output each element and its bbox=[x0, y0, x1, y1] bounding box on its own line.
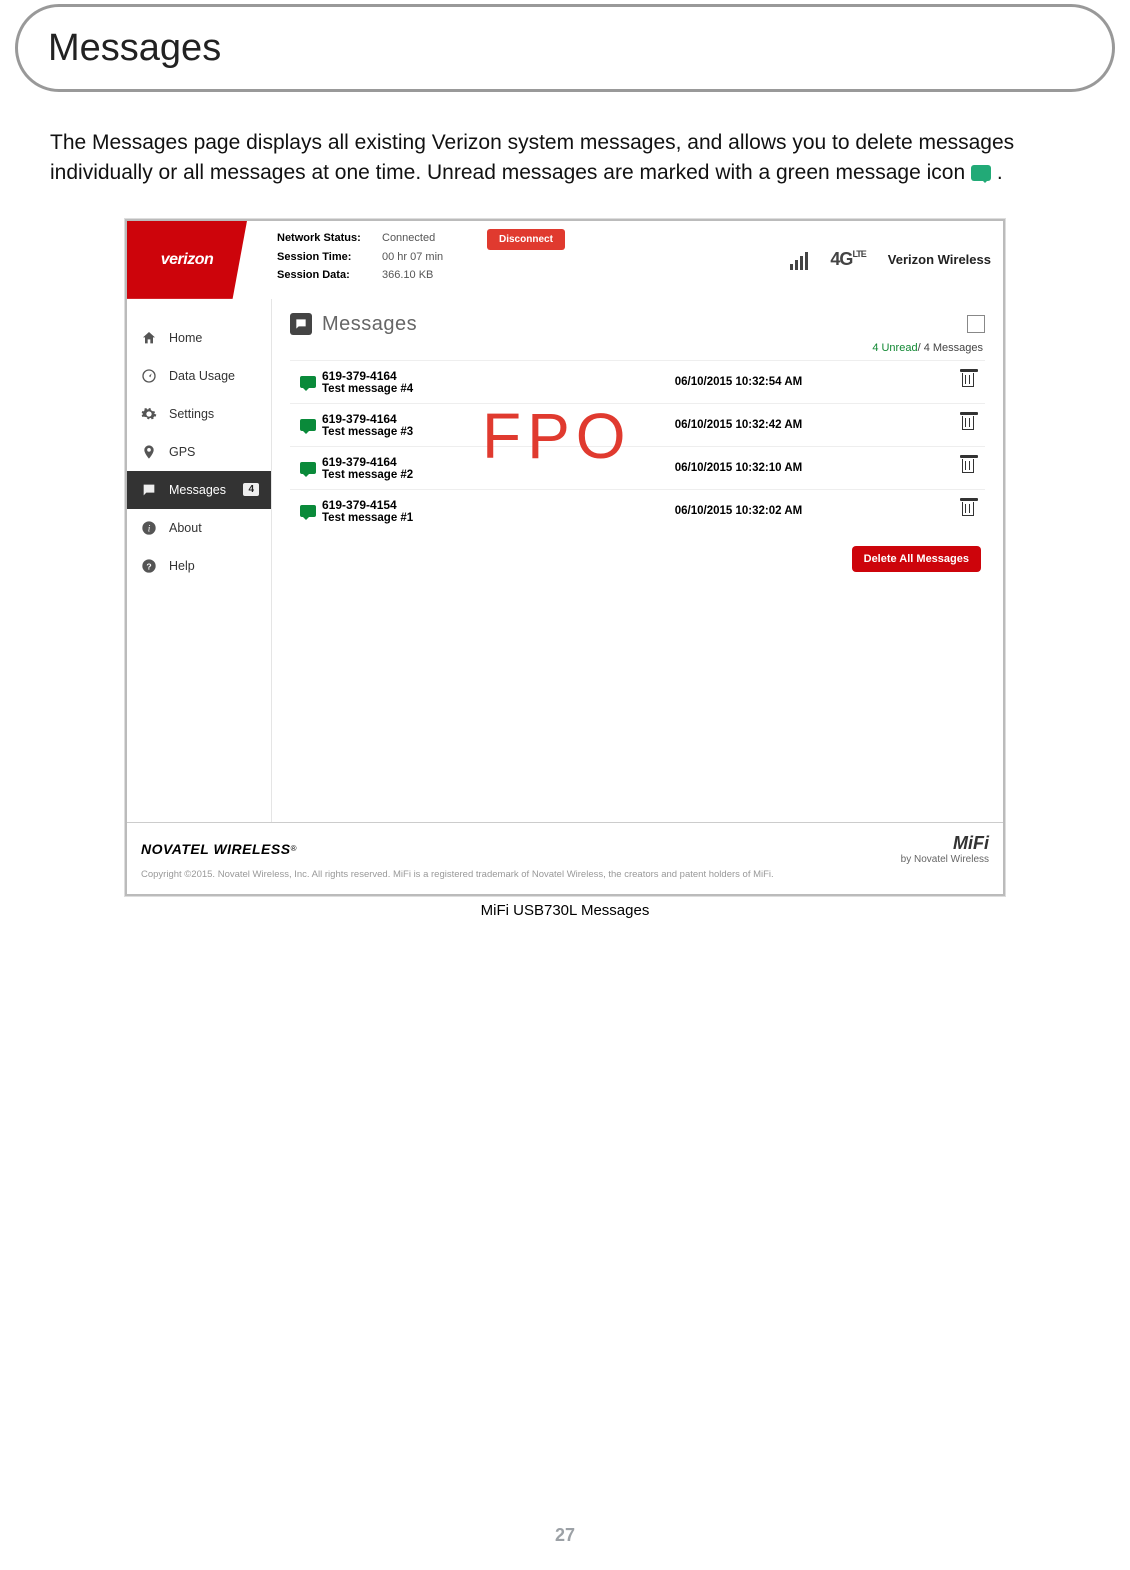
message-icon bbox=[971, 165, 991, 181]
delete-message-button[interactable] bbox=[955, 373, 981, 390]
message-subject: Test message #2 bbox=[322, 469, 522, 481]
message-row[interactable]: 619-379-4164 Test message #4 06/10/2015 … bbox=[290, 360, 985, 403]
page-title: Messages bbox=[48, 27, 221, 70]
message-date: 06/10/2015 10:32:42 AM bbox=[522, 419, 955, 431]
message-date: 06/10/2015 10:32:54 AM bbox=[522, 376, 955, 388]
gear-icon bbox=[139, 404, 159, 424]
sidebar-item-gps[interactable]: GPS bbox=[127, 433, 271, 471]
message-row[interactable]: 619-379-4154 Test message #1 06/10/2015 … bbox=[290, 489, 985, 532]
message-count: 4 Unread/ 4 Messages bbox=[290, 340, 985, 360]
sidebar-item-label: About bbox=[169, 521, 202, 535]
sidebar-item-messages[interactable]: Messages 4 bbox=[127, 471, 271, 509]
info-icon: i bbox=[139, 518, 159, 538]
page-number: 27 bbox=[0, 1525, 1130, 1546]
unread-message-icon bbox=[294, 505, 322, 517]
sidebar-badge: 4 bbox=[243, 483, 259, 496]
footer-copyright: Copyright ©2015. Novatel Wireless, Inc. … bbox=[141, 869, 989, 880]
lte-icon: 4GLTE bbox=[830, 249, 865, 270]
message-sender: 619-379-4154 bbox=[322, 498, 522, 512]
unread-message-icon bbox=[294, 462, 322, 474]
svg-text:?: ? bbox=[146, 561, 151, 571]
delete-message-button[interactable] bbox=[955, 459, 981, 476]
message-subject: Test message #4 bbox=[322, 383, 522, 395]
session-time-value: 00 hr 07 min bbox=[382, 248, 443, 267]
intro-text-b: . bbox=[997, 161, 1003, 184]
help-icon: ? bbox=[139, 556, 159, 576]
message-date: 06/10/2015 10:32:10 AM bbox=[522, 462, 955, 474]
message-date: 06/10/2015 10:32:02 AM bbox=[522, 505, 955, 517]
trash-icon bbox=[962, 416, 974, 430]
gauge-icon bbox=[139, 366, 159, 386]
panel-title: Messages bbox=[322, 313, 417, 336]
screenshot: verizon Network Status: Connected Sessio… bbox=[125, 219, 1005, 896]
trash-icon bbox=[962, 502, 974, 516]
trash-icon bbox=[962, 459, 974, 473]
svg-text:i: i bbox=[148, 524, 151, 534]
network-status-value: Connected bbox=[382, 229, 435, 248]
mifi-tagline: by Novatel Wireless bbox=[901, 854, 989, 865]
unread-count: 4 Unread bbox=[872, 342, 917, 354]
message-sender: 619-379-4164 bbox=[322, 412, 522, 426]
signal-icon bbox=[790, 250, 808, 270]
pin-icon bbox=[139, 442, 159, 462]
sidebar-item-about[interactable]: i About bbox=[127, 509, 271, 547]
session-data-label: Session Data: bbox=[277, 266, 372, 285]
network-status-label: Network Status: bbox=[277, 229, 372, 248]
message-sender: 619-379-4164 bbox=[322, 369, 522, 383]
home-icon bbox=[139, 328, 159, 348]
app-footer: NOVATEL WIRELESS ® MiFi by Novatel Wirel… bbox=[127, 822, 1003, 894]
app-header: verizon Network Status: Connected Sessio… bbox=[127, 221, 1003, 299]
delete-message-button[interactable] bbox=[955, 502, 981, 519]
unread-message-icon bbox=[294, 376, 322, 388]
messages-panel-icon bbox=[290, 313, 312, 335]
status-block: Network Status: Connected Session Time: … bbox=[247, 221, 487, 299]
sidebar-item-label: Messages bbox=[169, 483, 226, 497]
unread-message-icon bbox=[294, 419, 322, 431]
sidebar-item-home[interactable]: Home bbox=[127, 319, 271, 357]
delete-all-button[interactable]: Delete All Messages bbox=[852, 546, 981, 572]
message-row[interactable]: 619-379-4164 Test message #2 06/10/2015 … bbox=[290, 446, 985, 489]
intro-paragraph: The Messages page displays all existing … bbox=[50, 128, 1080, 189]
verizon-logo: verizon bbox=[127, 221, 247, 299]
sidebar-item-label: GPS bbox=[169, 445, 195, 459]
mifi-logo: MiFi bbox=[901, 833, 989, 854]
chat-icon bbox=[139, 480, 159, 500]
message-subject: Test message #1 bbox=[322, 512, 522, 524]
sidebar-item-label: Home bbox=[169, 331, 202, 345]
total-count: / 4 Messages bbox=[918, 342, 983, 354]
sidebar-item-label: Data Usage bbox=[169, 369, 235, 383]
message-row[interactable]: 619-379-4164 Test message #3 06/10/2015 … bbox=[290, 403, 985, 446]
sidebar-item-settings[interactable]: Settings bbox=[127, 395, 271, 433]
session-data-value: 366.10 KB bbox=[382, 266, 433, 285]
panel-header: Messages bbox=[290, 307, 985, 340]
message-sender: 619-379-4164 bbox=[322, 455, 522, 469]
sidebar: Home Data Usage Settings GPS bbox=[127, 299, 272, 822]
disconnect-button[interactable]: Disconnect bbox=[487, 229, 565, 250]
sidebar-item-help[interactable]: ? Help bbox=[127, 547, 271, 585]
main-panel: Messages 4 Unread/ 4 Messages 619-379-41… bbox=[272, 299, 1003, 822]
intro-text-a: The Messages page displays all existing … bbox=[50, 131, 1014, 184]
sidebar-item-label: Settings bbox=[169, 407, 214, 421]
sidebar-item-label: Help bbox=[169, 559, 195, 573]
panel-action-icon[interactable] bbox=[967, 315, 985, 333]
page-title-frame: Messages bbox=[15, 4, 1115, 92]
figure-caption: MiFi USB730L Messages bbox=[0, 902, 1130, 919]
trash-icon bbox=[962, 373, 974, 387]
message-subject: Test message #3 bbox=[322, 426, 522, 438]
network-indicators: 4GLTE Verizon Wireless bbox=[790, 221, 1003, 299]
footer-brand: NOVATEL WIRELESS bbox=[141, 841, 291, 857]
delete-message-button[interactable] bbox=[955, 416, 981, 433]
session-time-label: Session Time: bbox=[277, 248, 372, 267]
sidebar-item-data-usage[interactable]: Data Usage bbox=[127, 357, 271, 395]
carrier-name: Verizon Wireless bbox=[888, 252, 991, 267]
